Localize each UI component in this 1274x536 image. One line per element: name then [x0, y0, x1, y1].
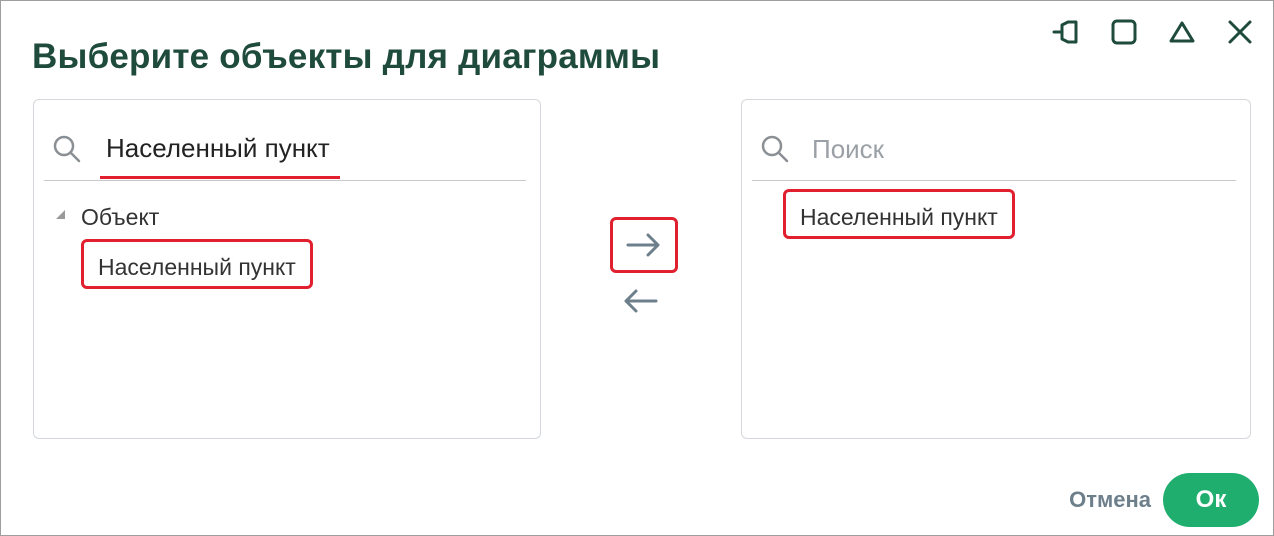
select-objects-dialog: Выберите объекты для диаграммы Населенны… — [0, 0, 1274, 536]
selected-search[interactable]: Поиск — [752, 122, 1236, 181]
available-search[interactable]: Населенный пункт — [44, 122, 526, 181]
window-controls — [1049, 15, 1257, 49]
cancel-button[interactable]: Отмена — [1069, 487, 1151, 513]
move-left-button[interactable] — [608, 275, 672, 327]
close-button[interactable] — [1223, 15, 1257, 49]
expand-caret-icon[interactable] — [56, 210, 65, 219]
tree-group-label: Объект — [81, 204, 160, 230]
search-input[interactable]: Населенный пункт — [100, 133, 340, 179]
arrow-left-icon — [624, 289, 658, 313]
dialog-footer: Отмена Ок — [1069, 473, 1259, 527]
tree-group-object[interactable]: Объект — [56, 204, 159, 231]
move-right-button[interactable] — [610, 217, 678, 273]
arrow-right-icon — [626, 233, 660, 257]
pin-button[interactable] — [1049, 15, 1083, 49]
search-icon — [761, 135, 789, 163]
search-icon — [53, 135, 81, 163]
ok-button[interactable]: Ок — [1163, 473, 1259, 527]
pin-icon — [1052, 20, 1078, 44]
selected-item-settlement[interactable]: Населенный пункт — [783, 189, 1015, 239]
maximize-button[interactable] — [1107, 15, 1141, 49]
collapse-button[interactable] — [1165, 15, 1199, 49]
dialog-title: Выберите объекты для диаграммы — [32, 37, 661, 76]
tree-item-settlement[interactable]: Населенный пункт — [81, 239, 313, 289]
maximize-icon — [1111, 19, 1137, 45]
available-objects-panel: Населенный пункт Объект Населенный пункт — [33, 99, 541, 439]
selected-objects-panel: Поиск Населенный пункт — [741, 99, 1251, 439]
search-placeholder[interactable]: Поиск — [812, 134, 884, 165]
collapse-icon — [1169, 21, 1195, 43]
close-icon — [1228, 20, 1252, 44]
